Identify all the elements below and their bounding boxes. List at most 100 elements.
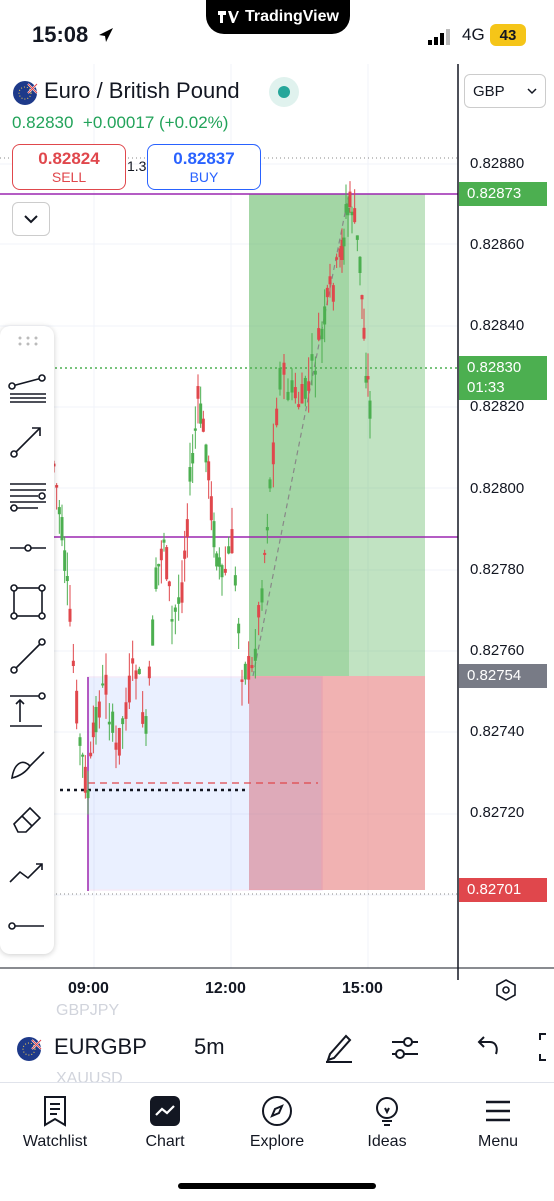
eraser-icon[interactable] <box>8 798 48 838</box>
fib-tool-icon[interactable] <box>8 474 48 514</box>
candle-body <box>165 547 169 580</box>
nav-label: Chart <box>145 1133 185 1150</box>
candle-body <box>201 418 205 432</box>
compass-icon <box>262 1096 292 1126</box>
time-tick: 15:00 <box>342 980 383 997</box>
line-tool-icon[interactable] <box>8 636 48 676</box>
market-status-icon[interactable] <box>268 76 300 108</box>
candle-body <box>199 403 203 424</box>
symbol-title[interactable]: Euro / British Pound <box>44 78 240 104</box>
candle-body <box>196 386 200 399</box>
candle-body <box>263 552 267 555</box>
candle-body <box>68 608 72 622</box>
symbol-selector[interactable]: EURGBP <box>54 1034 147 1060</box>
nav-chart[interactable]: Chart <box>115 1095 215 1151</box>
sell-button[interactable]: 0.82824 SELL <box>12 144 126 190</box>
candle-body <box>317 328 321 340</box>
candle-body <box>348 191 352 208</box>
candle-body <box>233 575 237 586</box>
candle-body <box>159 548 163 561</box>
nav-ideas[interactable]: Ideas <box>337 1095 437 1151</box>
buy-price: 0.82837 <box>173 149 235 168</box>
interval-selector[interactable]: 5m <box>194 1034 225 1060</box>
price-tick: 0.82820 <box>470 398 525 415</box>
candle-body <box>313 370 317 375</box>
arrow-tool-icon[interactable] <box>8 420 48 460</box>
ray-tool-icon[interactable] <box>8 906 48 946</box>
candle-body <box>180 582 184 603</box>
candle-body <box>247 656 251 680</box>
stop-loss-price-tag: 0.82701 <box>459 878 547 902</box>
candle-body <box>137 668 141 675</box>
candle-body <box>55 485 59 488</box>
current-price-tag: 0.82830 01:33 <box>459 356 547 400</box>
candle-body <box>207 461 211 481</box>
candle-body <box>290 380 294 393</box>
candle-body <box>183 550 187 559</box>
collapse-button[interactable] <box>12 202 50 236</box>
nav-menu[interactable]: Menu <box>448 1095 548 1151</box>
horizontal-line-tool-icon[interactable] <box>8 528 48 568</box>
candle-body <box>114 742 118 750</box>
nav-label: Ideas <box>367 1133 407 1150</box>
price-tick: 0.82780 <box>470 561 525 578</box>
sell-label: SELL <box>51 169 87 185</box>
drawing-toolbar[interactable] <box>0 326 54 954</box>
candle-body <box>188 467 192 482</box>
menu-icon <box>486 1100 510 1122</box>
brush-tool-icon[interactable] <box>8 744 48 784</box>
candle-body <box>250 665 254 669</box>
candle-body <box>271 442 275 465</box>
candle-body <box>185 519 189 537</box>
candle-body <box>307 381 311 391</box>
candle-body <box>63 550 67 571</box>
price-tick: 0.82720 <box>470 804 525 821</box>
lightbulb-icon <box>376 1097 398 1126</box>
candle-body <box>209 496 213 521</box>
candle-body <box>193 428 197 431</box>
candle-body <box>111 711 115 733</box>
currency-select[interactable]: GBP <box>464 74 546 108</box>
candle-body <box>275 408 279 426</box>
candle-body <box>94 706 98 733</box>
price-change-line: 0.82830 +0.00017 (+0.02%) <box>12 113 228 133</box>
candle-body <box>167 581 171 587</box>
candle-body <box>331 285 335 302</box>
trend-lines-icon[interactable] <box>8 366 48 406</box>
buy-label: BUY <box>189 169 219 185</box>
symbol-bar: GBPJPY XAUUSD EURGBP 5m <box>0 1002 554 1087</box>
undo-icon[interactable] <box>472 1032 502 1062</box>
battery-level: 43 <box>490 24 526 46</box>
nav-watchlist[interactable]: Watchlist <box>5 1095 105 1151</box>
take-profit-price-tag: 0.82873 <box>459 182 547 206</box>
indicators-icon[interactable] <box>388 1030 422 1064</box>
candle-body <box>320 328 324 340</box>
rectangle-tool-icon[interactable] <box>8 582 48 622</box>
candle-body <box>360 295 364 300</box>
nav-explore[interactable]: Explore <box>227 1095 327 1151</box>
price-tick: 0.82860 <box>470 236 525 253</box>
candle-body <box>353 208 357 223</box>
drag-handle-icon[interactable] <box>8 332 48 352</box>
candle-body <box>57 507 61 515</box>
buy-button[interactable]: 0.82837 BUY <box>147 144 261 190</box>
signal-icon <box>428 29 450 45</box>
bottom-navigation: Watchlist Chart Explore Ideas Menu <box>0 1082 554 1201</box>
fullscreen-icon[interactable] <box>534 1030 554 1064</box>
chart-settings-icon[interactable] <box>494 978 518 1002</box>
candle-body <box>355 235 359 240</box>
candle-body <box>362 327 366 339</box>
candle-body <box>177 597 181 604</box>
price-range-tool-icon[interactable] <box>8 690 48 730</box>
candle-body <box>293 387 297 399</box>
forecast-tool-icon[interactable] <box>8 852 48 892</box>
candle-body <box>104 674 108 695</box>
pen-icon[interactable] <box>322 1030 356 1064</box>
candle-body <box>328 276 332 285</box>
candle-body <box>243 663 247 680</box>
candle-body <box>154 567 158 589</box>
candle-body <box>191 452 195 464</box>
candle-body <box>358 256 362 273</box>
eu-uk-flag-icon <box>13 81 38 105</box>
price-tick: 0.82800 <box>470 480 525 497</box>
